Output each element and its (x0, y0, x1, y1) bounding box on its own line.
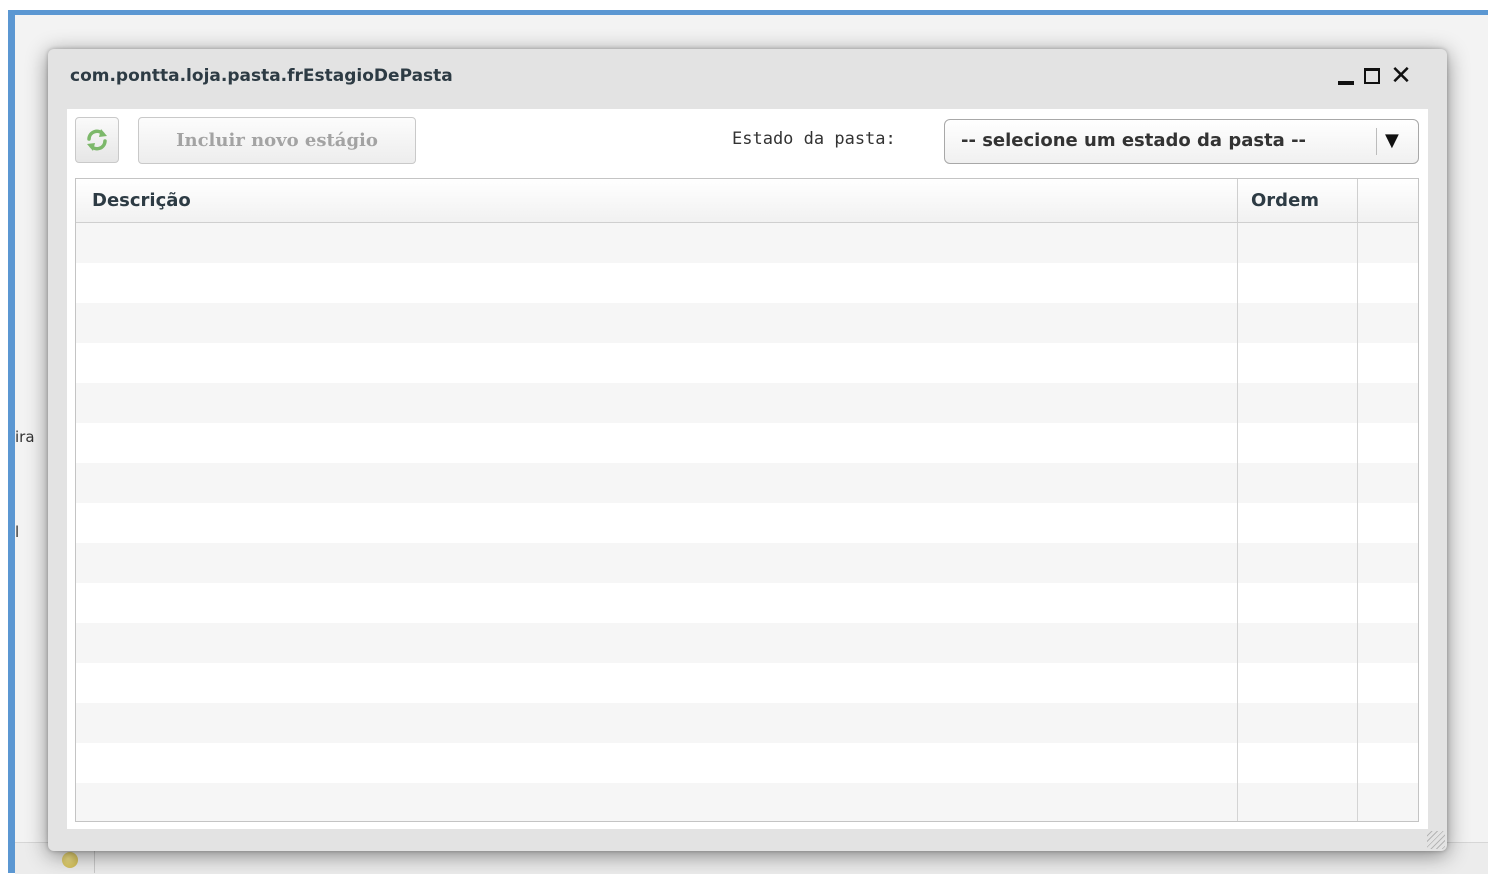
column-header-description[interactable]: Descrição (76, 179, 1238, 222)
frame-top (0, 0, 1488, 10)
background-label: ira (15, 428, 35, 446)
chevron-down-icon[interactable]: ▼ (1385, 130, 1399, 151)
status-bulb-icon (62, 852, 78, 868)
state-select-value: -- selecione um estado da pasta -- (961, 130, 1307, 151)
frame-accent-left (8, 10, 15, 873)
minimize-icon[interactable] (1335, 65, 1357, 87)
column-divider (1357, 223, 1358, 821)
table-header: Descrição Ordem (76, 179, 1418, 223)
window-content: Incluir novo estágio Estado da pasta: --… (67, 109, 1428, 829)
frame-accent-top (8, 10, 1488, 15)
window-titlebar[interactable]: com.pontta.loja.pasta.frEstagioDePasta ✕ (48, 49, 1447, 107)
column-header-order[interactable]: Ordem (1238, 179, 1358, 222)
frame-edge (0, 0, 8, 873)
select-divider (1376, 128, 1377, 155)
column-divider (1237, 223, 1238, 821)
stages-table: Descrição Ordem (75, 178, 1419, 822)
window-title: com.pontta.loja.pasta.frEstagioDePasta (70, 66, 453, 86)
table-body[interactable] (76, 223, 1418, 821)
resize-grip-icon[interactable] (1427, 831, 1445, 849)
state-filter-label: Estado da pasta: (732, 129, 896, 149)
refresh-icon (87, 129, 107, 151)
refresh-button[interactable] (75, 117, 119, 163)
close-icon[interactable]: ✕ (1388, 63, 1414, 89)
add-stage-button[interactable]: Incluir novo estágio (138, 117, 416, 164)
maximize-icon[interactable] (1361, 65, 1383, 87)
dialog-window: com.pontta.loja.pasta.frEstagioDePasta ✕… (48, 49, 1447, 851)
state-select[interactable]: -- selecione um estado da pasta -- ▼ (944, 119, 1419, 164)
background-label: l (15, 523, 20, 541)
column-header-extra[interactable] (1358, 179, 1418, 222)
